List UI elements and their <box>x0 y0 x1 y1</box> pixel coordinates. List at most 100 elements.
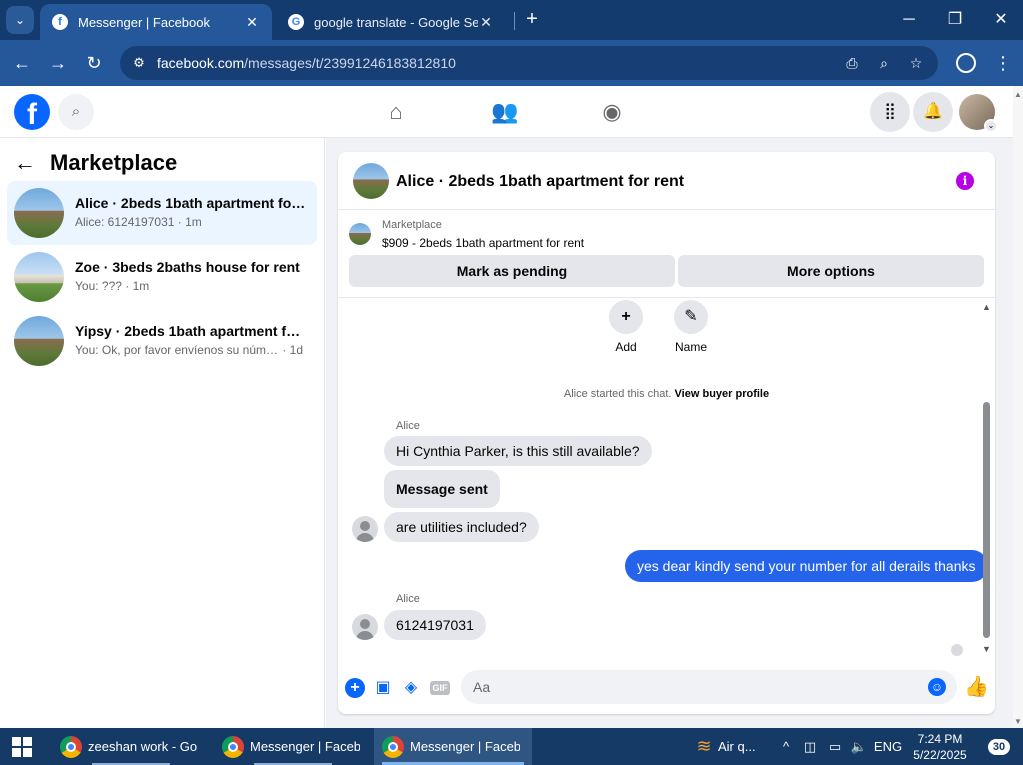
weather-label[interactable]: Air q... <box>718 728 768 765</box>
install-app-icon[interactable]: ⎙ <box>842 54 862 72</box>
facebook-favicon-icon: f <box>52 14 68 30</box>
chat-started-notice: Alice started this chat. View buyer prof… <box>563 388 770 400</box>
bookmark-star-icon[interactable]: ☆ <box>906 54 926 72</box>
forward-icon[interactable]: → <box>46 51 70 75</box>
sticker-icon[interactable]: ◈ <box>401 678 421 698</box>
tab-messenger[interactable]: f Messenger | Facebook ✕ <box>40 4 272 40</box>
close-tab-icon[interactable]: ✕ <box>244 14 260 31</box>
notification-center-icon[interactable]: 30 <box>984 737 1010 757</box>
pencil-icon: ✎ <box>674 300 708 334</box>
tab-google-search[interactable]: G google translate - Google Searc ✕ <box>276 4 506 40</box>
conversation-zoe[interactable]: Zoe · 3beds 2baths house for rent You: ?… <box>7 245 317 309</box>
plus-icon[interactable]: + <box>345 678 365 698</box>
message-bubble[interactable]: are utilities included? <box>384 512 539 542</box>
listing-thumbnail <box>14 316 64 366</box>
alice-avatar[interactable] <box>352 516 378 542</box>
windows-taskbar: zeeshan work - Go... Messenger | Faceb..… <box>0 728 1023 765</box>
photo-icon[interactable]: ▣ <box>373 678 393 698</box>
account-avatar[interactable]: ⌄ <box>959 94 998 133</box>
browser-menu-icon[interactable]: ⋮ <box>994 51 1012 75</box>
message-input-box[interactable]: ☺ <box>461 670 957 704</box>
name-label: Name <box>674 340 707 354</box>
conversation-title: Alice · 2beds 1bath apartment for rent <box>75 195 307 211</box>
windows-start-icon[interactable] <box>12 737 32 757</box>
conversation-title: Yipsy · 2beds 1bath apartment for rent <box>75 323 307 339</box>
scrollbar-thumb[interactable] <box>983 402 990 638</box>
message-bubble[interactable]: 6124197031 <box>384 610 486 640</box>
language-indicator[interactable]: ENG <box>872 728 904 765</box>
add-label: Add <box>615 340 637 354</box>
scroll-up-icon[interactable]: ▲ <box>982 302 991 312</box>
back-icon[interactable]: ← <box>10 51 34 75</box>
zoom-icon[interactable]: ⌕ <box>874 54 894 72</box>
taskbar-app-chrome-zeeshan[interactable]: zeeshan work - Go... <box>52 728 210 765</box>
chat-scrollbar[interactable]: ▲ ▼ <box>981 302 991 654</box>
url-text[interactable]: facebook.com/messages/t/2399124618381281… <box>157 55 456 71</box>
add-action[interactable]: + Add <box>596 300 656 354</box>
tab-title: Messenger | Facebook <box>78 14 210 30</box>
chat-title[interactable]: Alice · 2beds 1bath apartment for rent <box>396 173 684 191</box>
listing-category: Marketplace <box>382 219 442 231</box>
scroll-up-icon[interactable]: ▲ <box>1014 90 1022 99</box>
page-scrollbar[interactable]: ▲ ▼ <box>1013 86 1023 728</box>
conversation-preview: You: ??? · 1m <box>75 279 150 293</box>
scroll-down-icon[interactable]: ▼ <box>982 644 991 654</box>
close-window-icon[interactable]: ✕ <box>987 8 1015 32</box>
minimize-icon[interactable]: ─ <box>895 8 923 32</box>
tab-search-chevron-icon[interactable]: ⌄ <box>6 6 34 34</box>
tab-separator <box>514 12 515 30</box>
emoji-icon[interactable]: ☺ <box>928 678 946 696</box>
back-arrow-icon[interactable]: ← <box>14 150 42 176</box>
restore-icon[interactable]: ❐ <box>941 8 969 32</box>
friends-icon[interactable]: 👥 <box>491 98 519 126</box>
more-options-button[interactable]: More options <box>678 255 984 287</box>
show-hidden-icons-chevron-icon[interactable]: ^ <box>776 728 796 765</box>
message-bubble[interactable]: Message sent <box>384 470 500 508</box>
info-icon[interactable]: i <box>956 172 974 190</box>
message-bubble[interactable]: Hi Cynthia Parker, is this still availab… <box>384 436 652 466</box>
sender-name: Alice <box>396 593 420 605</box>
conversation-alice[interactable]: Alice · 2beds 1bath apartment for rent A… <box>7 181 317 245</box>
address-bar[interactable]: ⚙ facebook.com/messages/t/23991246183812… <box>120 46 938 80</box>
chrome-icon <box>60 735 82 758</box>
notifications-bell-icon[interactable]: 🔔 <box>913 92 953 132</box>
browser-tab-bar: ⌄ f Messenger | Facebook ✕ G google tran… <box>0 0 1023 40</box>
listing-description[interactable]: $909 - 2beds 1bath apartment for rent <box>382 236 584 250</box>
outgoing-message-bubble[interactable]: yes dear kindly send your number for all… <box>625 550 988 582</box>
conversation-preview: You: Ok, por favor envíenos su número de… <box>75 343 304 357</box>
weather-icon[interactable]: ≋ <box>692 728 716 765</box>
message-input[interactable] <box>473 676 913 698</box>
sender-name: Alice <box>396 420 420 432</box>
facebook-logo-icon[interactable]: f <box>14 94 50 130</box>
name-action[interactable]: ✎ Name <box>661 300 721 354</box>
groups-icon[interactable]: ◉ <box>598 98 626 126</box>
taskbar-app-chrome-messenger-2[interactable]: Messenger | Faceb... <box>374 728 532 765</box>
gif-icon[interactable]: GIF <box>430 681 450 695</box>
browser-profile-icon[interactable] <box>956 53 976 73</box>
thumbs-up-icon[interactable]: 👍 <box>964 676 989 698</box>
listing-thumbnail <box>14 188 64 238</box>
add-person-icon: + <box>609 300 643 334</box>
scroll-down-icon[interactable]: ▼ <box>1014 717 1022 726</box>
home-icon[interactable]: ⌂ <box>382 98 410 126</box>
network-icon[interactable]: ▭ <box>824 728 846 765</box>
browser-toolbar: ← → ↻ ⚙ facebook.com/messages/t/23991246… <box>0 40 1023 86</box>
search-icon[interactable]: ⌕ <box>58 94 94 130</box>
volume-icon[interactable]: 🔈 <box>848 728 870 765</box>
alice-avatar[interactable] <box>352 614 378 640</box>
new-tab-icon[interactable]: + <box>520 8 544 32</box>
conversation-yipsy[interactable]: Yipsy · 2beds 1bath apartment for rent Y… <box>7 309 317 373</box>
reload-icon[interactable]: ↻ <box>82 51 106 75</box>
clock-date: 5/22/2025 <box>913 748 967 762</box>
listing-mini-thumbnail[interactable] <box>349 223 371 245</box>
site-settings-icon[interactable]: ⚙ <box>130 54 148 72</box>
device-icon[interactable]: ◫ <box>800 728 820 765</box>
view-buyer-profile-link[interactable]: View buyer profile <box>675 388 770 400</box>
clock[interactable]: 7:24 PM 5/22/2025 <box>906 731 974 763</box>
mark-as-pending-button[interactable]: Mark as pending <box>349 255 675 287</box>
chrome-icon <box>382 735 404 758</box>
close-tab-icon[interactable]: ✕ <box>478 14 494 31</box>
chat-listing-thumbnail[interactable] <box>353 163 389 199</box>
taskbar-app-chrome-messenger-1[interactable]: Messenger | Faceb... <box>214 728 372 765</box>
menu-grid-icon[interactable]: ⣿ <box>870 92 910 132</box>
